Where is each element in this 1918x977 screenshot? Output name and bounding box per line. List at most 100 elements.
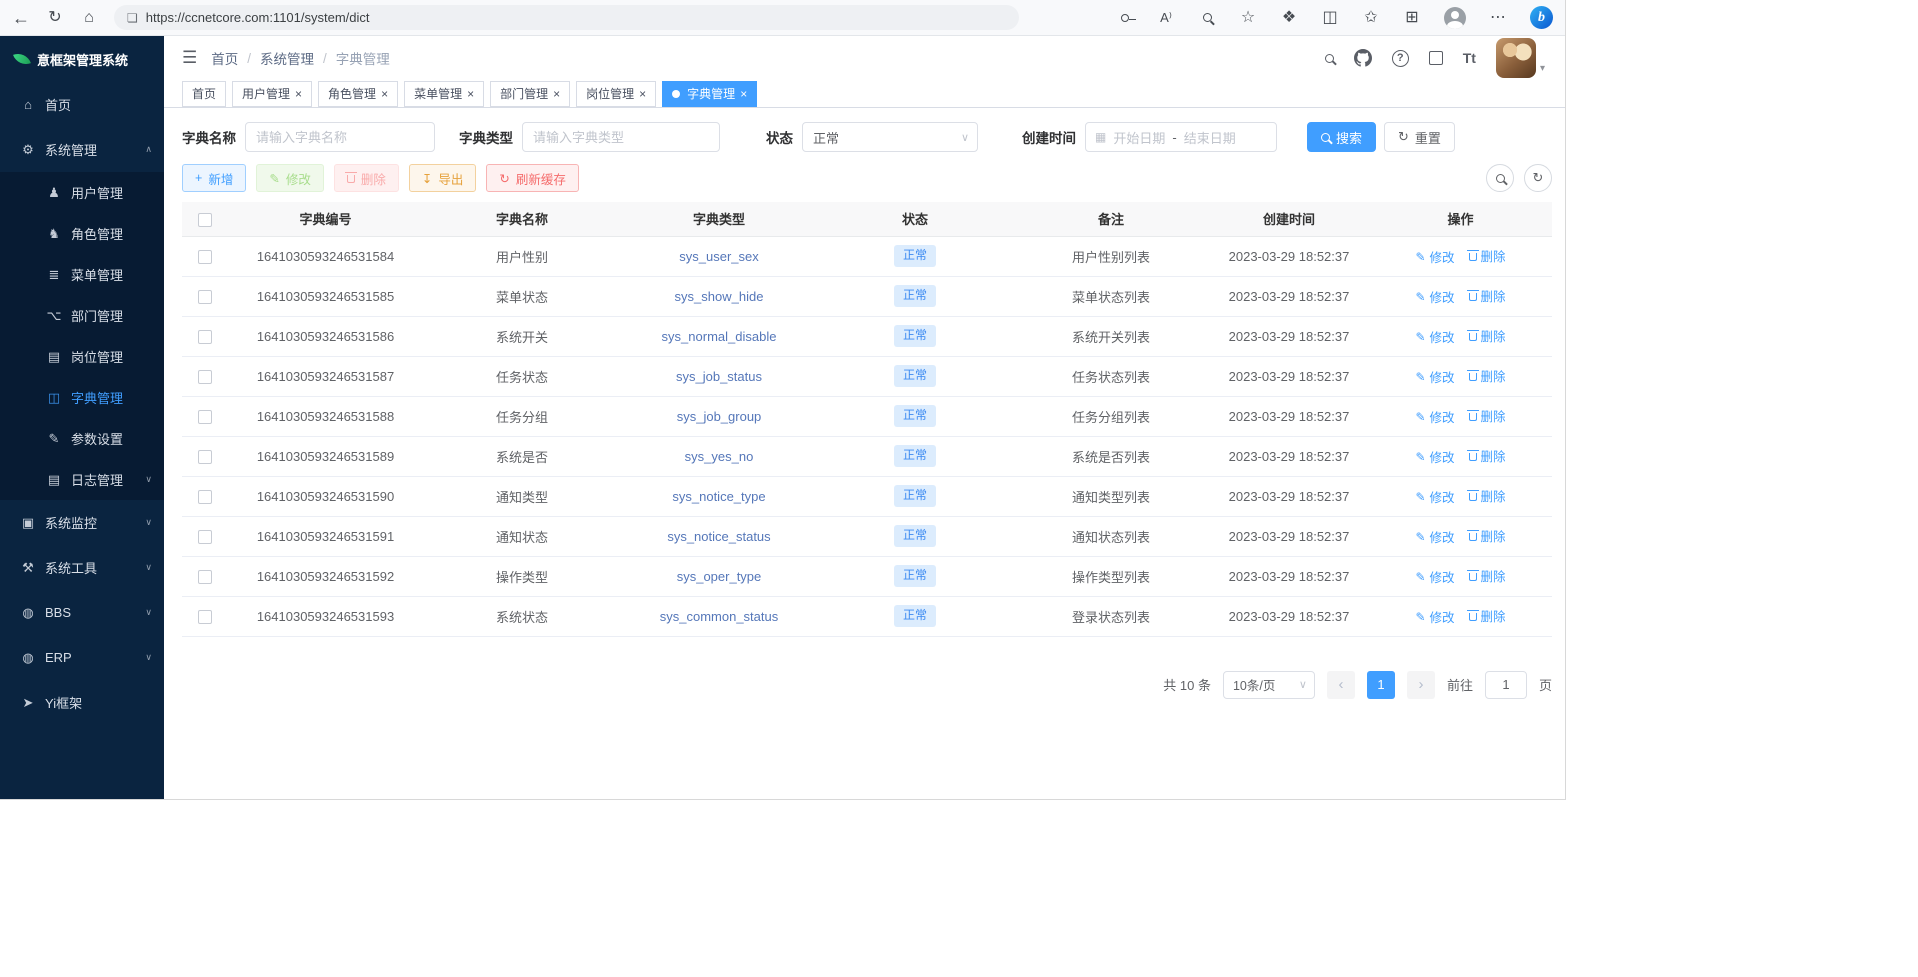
fullscreen-icon[interactable] [1429,51,1443,65]
browser-home-icon[interactable]: ⌂ [80,10,98,26]
dict-name-input[interactable] [245,122,435,152]
sidebar-item-users[interactable]: ♟ 用户管理 [0,172,164,213]
row-checkbox[interactable] [198,450,212,464]
row-checkbox[interactable] [198,530,212,544]
close-icon[interactable]: × [553,88,560,100]
sidebar-item-erp[interactable]: ◍ ERP ∨ [0,635,164,680]
sidebar-item-home[interactable]: ⌂ 首页 [0,82,164,127]
row-edit-link[interactable]: ✎修改 [1415,407,1454,426]
font-size-icon[interactable]: Tt [1463,50,1476,66]
current-page[interactable]: 1 [1367,671,1395,699]
row-delete-link[interactable]: 删除 [1469,486,1506,505]
page-size-select[interactable]: 10条/页 ∨ [1223,671,1315,699]
user-menu[interactable]: ▾ [1496,38,1545,78]
sidebar-item-params[interactable]: ✎ 参数设置 [0,418,164,459]
row-delete-link[interactable]: 删除 [1469,446,1506,465]
status-select[interactable]: 正常 ∨ [802,122,978,152]
row-delete-link[interactable]: 删除 [1469,326,1506,345]
sidebar-item-bbs[interactable]: ◍ BBS ∨ [0,590,164,635]
reset-button[interactable]: ↻ 重置 [1384,122,1455,152]
refresh-table-button[interactable]: ↻ [1524,164,1552,192]
dict-type-link[interactable]: sys_yes_no [685,449,754,464]
close-icon[interactable]: × [295,88,302,100]
row-edit-link[interactable]: ✎修改 [1415,567,1454,586]
row-delete-link[interactable]: 删除 [1469,406,1506,425]
breadcrumb-system[interactable]: 系统管理 [260,48,314,68]
address-bar[interactable]: ❏ https://ccnetcore.com:1101/system/dict [114,5,1019,30]
sidebar-item-logs[interactable]: ▤ 日志管理 ∨ [0,459,164,500]
app-logo[interactable]: 意框架管理系统 [0,36,164,82]
dict-type-link[interactable]: sys_normal_disable [662,329,777,344]
site-info-icon[interactable]: ❏ [127,11,138,25]
dict-type-link[interactable]: sys_job_status [676,369,762,384]
row-delete-link[interactable]: 删除 [1469,246,1506,265]
edit-button[interactable]: ✎ 修改 [256,164,324,192]
sidebar-item-yi[interactable]: ➤ Yi框架 [0,680,164,725]
close-icon[interactable]: × [381,88,388,100]
close-icon[interactable]: × [639,88,646,100]
close-icon[interactable]: × [467,88,474,100]
tab-users[interactable]: 用户管理 × [232,81,312,107]
export-button[interactable]: ↧ 导出 [409,164,477,192]
prev-page-button[interactable]: ‹ [1327,671,1355,699]
dict-type-link[interactable]: sys_common_status [660,609,779,624]
sidebar-item-tools[interactable]: ⚒ 系统工具 ∨ [0,545,164,590]
dict-type-link[interactable]: sys_user_sex [679,249,758,264]
read-aloud-icon[interactable]: A⁾ [1157,11,1175,24]
row-edit-link[interactable]: ✎修改 [1415,367,1454,386]
extensions-icon[interactable]: ❖ [1280,10,1298,26]
sidebar-item-departments[interactable]: ⌥ 部门管理 [0,295,164,336]
row-delete-link[interactable]: 删除 [1469,606,1506,625]
dict-type-link[interactable]: sys_notice_type [672,489,765,504]
zoom-icon[interactable] [1198,13,1216,22]
row-delete-link[interactable]: 删除 [1469,566,1506,585]
sidebar-item-roles[interactable]: ♞ 角色管理 [0,213,164,254]
row-edit-link[interactable]: ✎修改 [1415,607,1454,626]
search-button[interactable]: 搜索 [1307,122,1376,152]
hamburger-icon[interactable]: ☰ [182,48,197,68]
toggle-search-button[interactable] [1486,164,1514,192]
row-delete-link[interactable]: 删除 [1469,286,1506,305]
github-icon[interactable] [1354,49,1372,67]
row-checkbox[interactable] [198,410,212,424]
password-key-icon[interactable] [1116,14,1134,22]
row-delete-link[interactable]: 删除 [1469,366,1506,385]
tab-dict[interactable]: 字典管理 × [662,81,757,107]
breadcrumb-home[interactable]: 首页 [211,48,238,68]
sidebar-item-dict[interactable]: ◫ 字典管理 [0,377,164,418]
header-search-icon[interactable] [1325,54,1334,63]
more-menu-icon[interactable]: ⋯ [1489,10,1507,26]
next-page-button[interactable]: › [1407,671,1435,699]
dict-type-link[interactable]: sys_job_group [677,409,762,424]
favorite-star-icon[interactable]: ☆ [1239,10,1257,26]
tab-menus[interactable]: 菜单管理 × [404,81,484,107]
row-checkbox[interactable] [198,570,212,584]
sidebar-item-posts[interactable]: ▤ 岗位管理 [0,336,164,377]
row-checkbox[interactable] [198,610,212,624]
goto-page-input[interactable] [1485,671,1527,699]
row-checkbox[interactable] [198,250,212,264]
row-edit-link[interactable]: ✎修改 [1415,247,1454,266]
close-icon[interactable]: × [740,88,747,100]
collections-icon[interactable]: ⊞ [1403,10,1421,26]
reload-icon[interactable]: ↻ [46,10,64,26]
copilot-icon[interactable]: b [1530,6,1553,29]
sidebar-item-system[interactable]: ⚙ 系统管理 ∧ [0,127,164,172]
avatar[interactable] [1496,38,1536,78]
help-icon[interactable]: ? [1392,50,1409,67]
add-button[interactable]: + 新增 [182,164,246,192]
browser-profile-icon[interactable] [1444,7,1466,29]
row-checkbox[interactable] [198,330,212,344]
row-edit-link[interactable]: ✎修改 [1415,527,1454,546]
tab-roles[interactable]: 角色管理 × [318,81,398,107]
date-range-picker[interactable]: ▦ 开始日期 - 结束日期 [1085,122,1277,152]
row-checkbox[interactable] [198,490,212,504]
row-checkbox[interactable] [198,290,212,304]
select-all-checkbox[interactable] [198,213,212,227]
delete-button[interactable]: 删除 [334,164,399,192]
favorites-hub-icon[interactable]: ✩ [1362,10,1380,26]
row-checkbox[interactable] [198,370,212,384]
row-delete-link[interactable]: 删除 [1469,526,1506,545]
refresh-cache-button[interactable]: ↻ 刷新缓存 [486,164,579,192]
split-screen-icon[interactable]: ◫ [1321,10,1339,26]
